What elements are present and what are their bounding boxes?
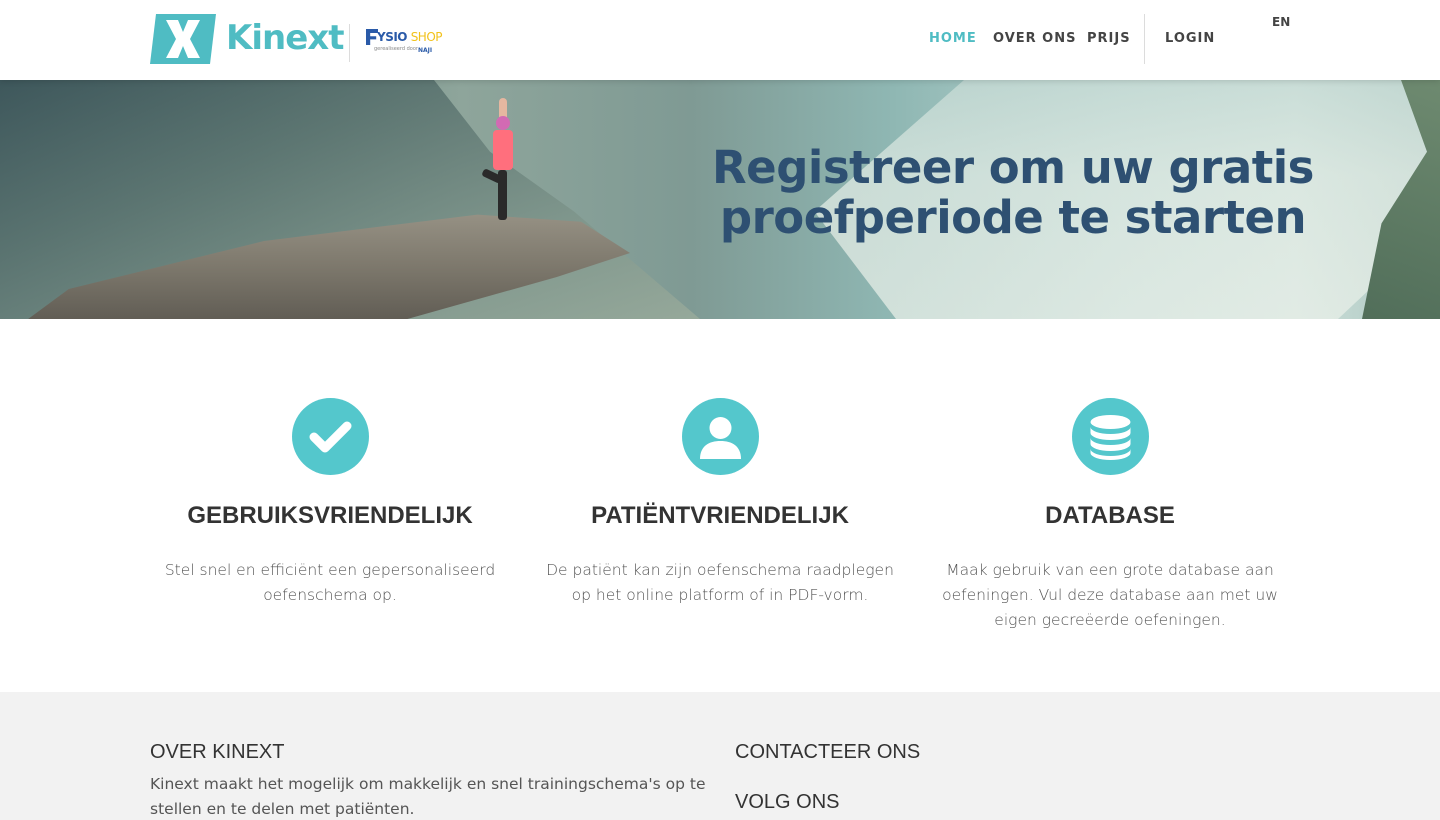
language-switch[interactable]: EN — [1272, 15, 1290, 29]
nav-home[interactable]: HOME — [929, 31, 977, 46]
feature-gebruiksvriendelijk: GEBRUIKSVRIENDELIJK Stel snel en efficië… — [135, 398, 525, 608]
hero-title-line1: Registreer om uw gratis — [712, 141, 1314, 194]
check-icon — [291, 398, 369, 475]
partner-name-part2: SHOP — [410, 30, 443, 44]
nav-divider — [1144, 14, 1145, 64]
brand-name[interactable]: Kinext — [226, 18, 344, 58]
feature-title: DATABASE — [1045, 502, 1175, 529]
hero-title: Registreer om uw gratis proefperiode te … — [700, 143, 1326, 243]
header-divider — [349, 24, 350, 62]
nav-prijs[interactable]: PRIJS — [1087, 31, 1131, 46]
footer-about-title: OVER KINEXT — [150, 741, 285, 763]
database-icon — [1071, 398, 1149, 475]
hero-banner: Registreer om uw gratis proefperiode te … — [0, 80, 1440, 319]
feature-patientvriendelijk: PATIËNTVRIENDELIJK De patiënt kan zijn o… — [525, 398, 915, 608]
user-icon — [681, 398, 759, 475]
nav-over-ons[interactable]: OVER ONS — [993, 31, 1076, 46]
kinext-logo-icon[interactable] — [150, 14, 216, 64]
partner-sub: gerealiseerd door — [374, 46, 418, 52]
feature-text: Stel snel en efficiënt een gepersonalise… — [164, 561, 496, 604]
hero-title-line2: proefperiode te starten — [719, 191, 1307, 244]
feature-text: De patiënt kan zijn oefenschema raadpleg… — [546, 561, 894, 604]
site-header: Kinext YSIO SHOP gerealiseerd door NAJI … — [0, 0, 1440, 80]
feature-title: PATIËNTVRIENDELIJK — [591, 502, 849, 529]
fysioshop-logo[interactable]: YSIO SHOP gerealiseerd door NAJI — [366, 27, 450, 59]
footer-about-text: Kinext maakt het mogelijk om makkelijk e… — [150, 775, 706, 818]
hero-yoga-person — [481, 98, 518, 228]
footer-contact-title[interactable]: CONTACTEER ONS — [735, 741, 920, 764]
site-footer: OVER KINEXT Kinext maakt het mogelijk om… — [0, 692, 1440, 820]
partner-name-part1: YSIO — [377, 30, 408, 44]
footer-follow-title: VOLG ONS — [735, 791, 840, 813]
nav-login[interactable]: LOGIN — [1165, 31, 1215, 46]
feature-database: DATABASE Maak gebruik van een grote data… — [915, 398, 1305, 633]
feature-text: Maak gebruik van een grote database aan … — [942, 561, 1278, 629]
feature-title: GEBRUIKSVRIENDELIJK — [187, 502, 473, 529]
partner-sub2: NAJI — [418, 47, 433, 54]
